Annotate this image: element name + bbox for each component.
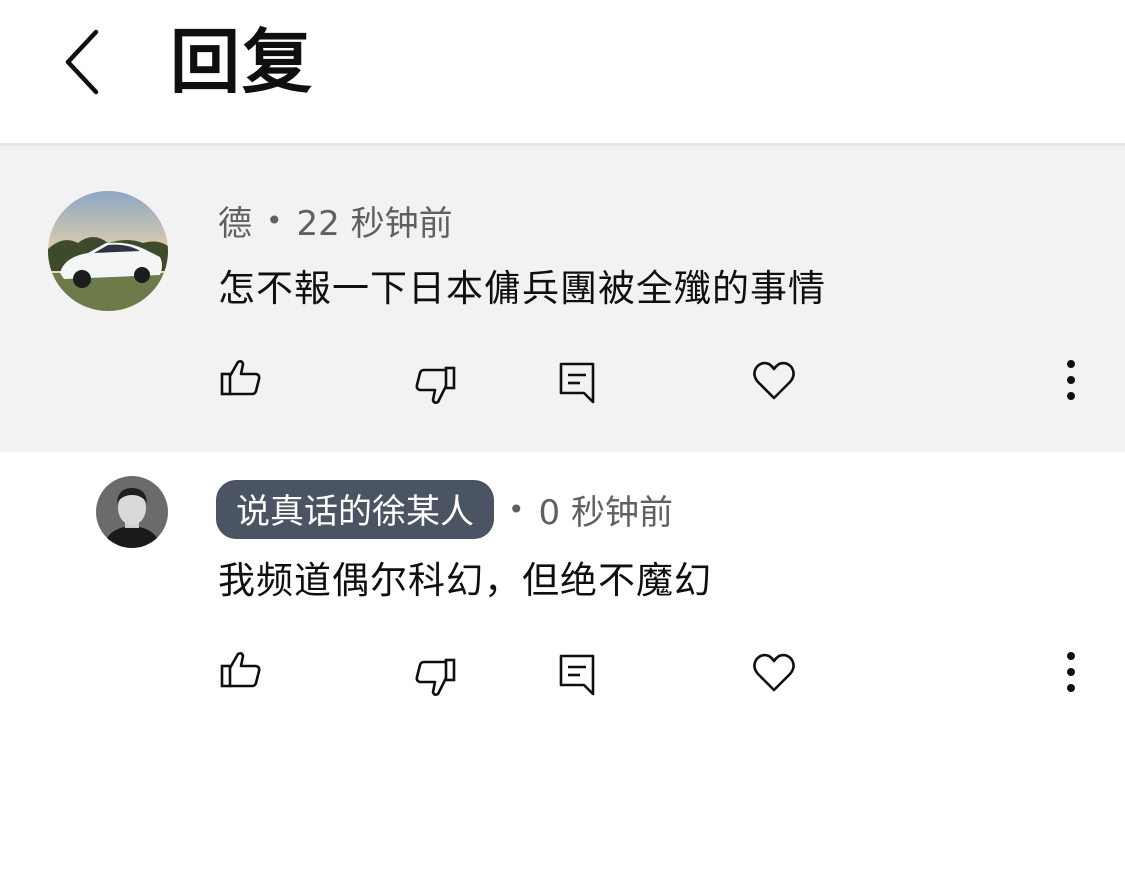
back-button[interactable] (58, 28, 108, 96)
heart-button[interactable] (750, 356, 798, 404)
header: 回复 (0, 0, 1125, 143)
person-photo-avatar (96, 476, 168, 548)
more-vert-icon (1067, 360, 1075, 400)
comment-meta: 说真话的徐某人 • 0 秒钟前 (216, 480, 673, 539)
commenter-avatar[interactable] (48, 191, 168, 311)
author-name[interactable]: 德 (218, 196, 252, 245)
commenter-avatar[interactable] (96, 476, 168, 548)
dislike-button[interactable] (410, 654, 458, 702)
comment-meta: 德 • 22 秒钟前 (218, 196, 453, 245)
car-photo-avatar (48, 191, 168, 311)
chevron-left-icon (65, 29, 99, 95)
more-options-button[interactable] (1047, 356, 1095, 404)
meta-separator: • (508, 493, 525, 526)
heart-icon (753, 361, 795, 400)
thumbs-down-icon (415, 366, 456, 404)
heart-icon (753, 653, 795, 692)
reply-icon (559, 654, 595, 696)
page-title: 回复 (170, 21, 314, 103)
like-button[interactable] (218, 646, 266, 694)
more-options-button[interactable] (1047, 648, 1095, 696)
heart-button[interactable] (750, 648, 798, 696)
comment-text: 我频道偶尔科幻，但绝不魔幻 (218, 559, 712, 602)
dislike-button[interactable] (410, 362, 458, 410)
parent-comment: 德 • 22 秒钟前 怎不報一下日本傭兵團被全殲的事情 (0, 146, 1125, 452)
thumbs-up-icon (220, 360, 261, 396)
author-badge[interactable]: 说真话的徐某人 (216, 480, 494, 539)
comment-text: 怎不報一下日本傭兵團被全殲的事情 (218, 267, 826, 310)
reply-button[interactable] (554, 650, 602, 698)
reply-button[interactable] (554, 358, 602, 406)
comment-time: 22 秒钟前 (296, 204, 453, 244)
reply-icon (559, 362, 595, 404)
comment-time: 0 秒钟前 (538, 493, 673, 533)
meta-separator: • (266, 204, 283, 237)
more-vert-icon (1067, 652, 1075, 692)
reply-comment: 说真话的徐某人 • 0 秒钟前 我频道偶尔科幻，但绝不魔幻 (0, 452, 1125, 752)
thumbs-down-icon (415, 658, 456, 696)
thumbs-up-icon (220, 652, 261, 688)
like-button[interactable] (218, 354, 266, 402)
